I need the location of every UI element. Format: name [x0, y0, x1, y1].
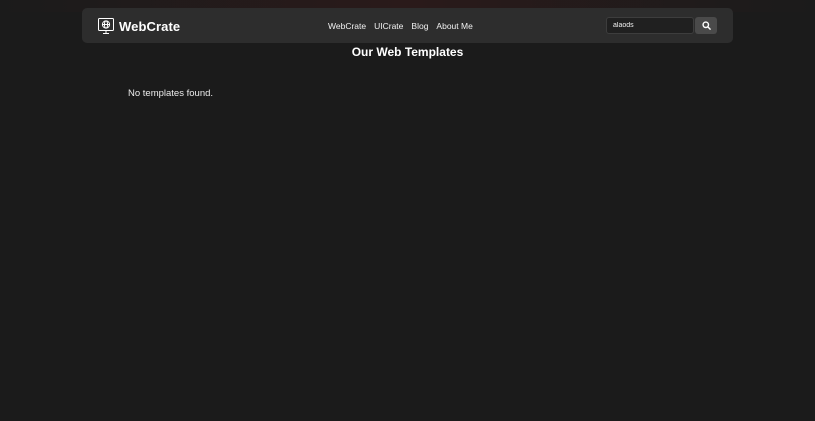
- brand-name: WebCrate: [119, 18, 181, 34]
- nav-link-uicrate[interactable]: UICrate: [374, 21, 403, 31]
- search-icon: [701, 21, 711, 30]
- nav-link-about-me[interactable]: About Me: [436, 21, 472, 31]
- search-button[interactable]: [695, 17, 717, 34]
- nav-links: WebCrate UICrate Blog About Me: [328, 8, 473, 43]
- page: WebCrate WebCrate UICrate Blog About Me …: [0, 0, 815, 421]
- page-title: Our Web Templates: [351, 45, 464, 59]
- brand-link[interactable]: WebCrate: [97, 16, 180, 36]
- nav-link-webcrate[interactable]: WebCrate: [328, 21, 366, 31]
- search-input[interactable]: [606, 17, 694, 34]
- empty-state-message: No templates found.: [128, 88, 214, 99]
- nav-link-blog[interactable]: Blog: [411, 21, 428, 31]
- navbar: WebCrate WebCrate UICrate Blog About Me: [82, 8, 733, 43]
- brand-logo-icon: [97, 17, 115, 35]
